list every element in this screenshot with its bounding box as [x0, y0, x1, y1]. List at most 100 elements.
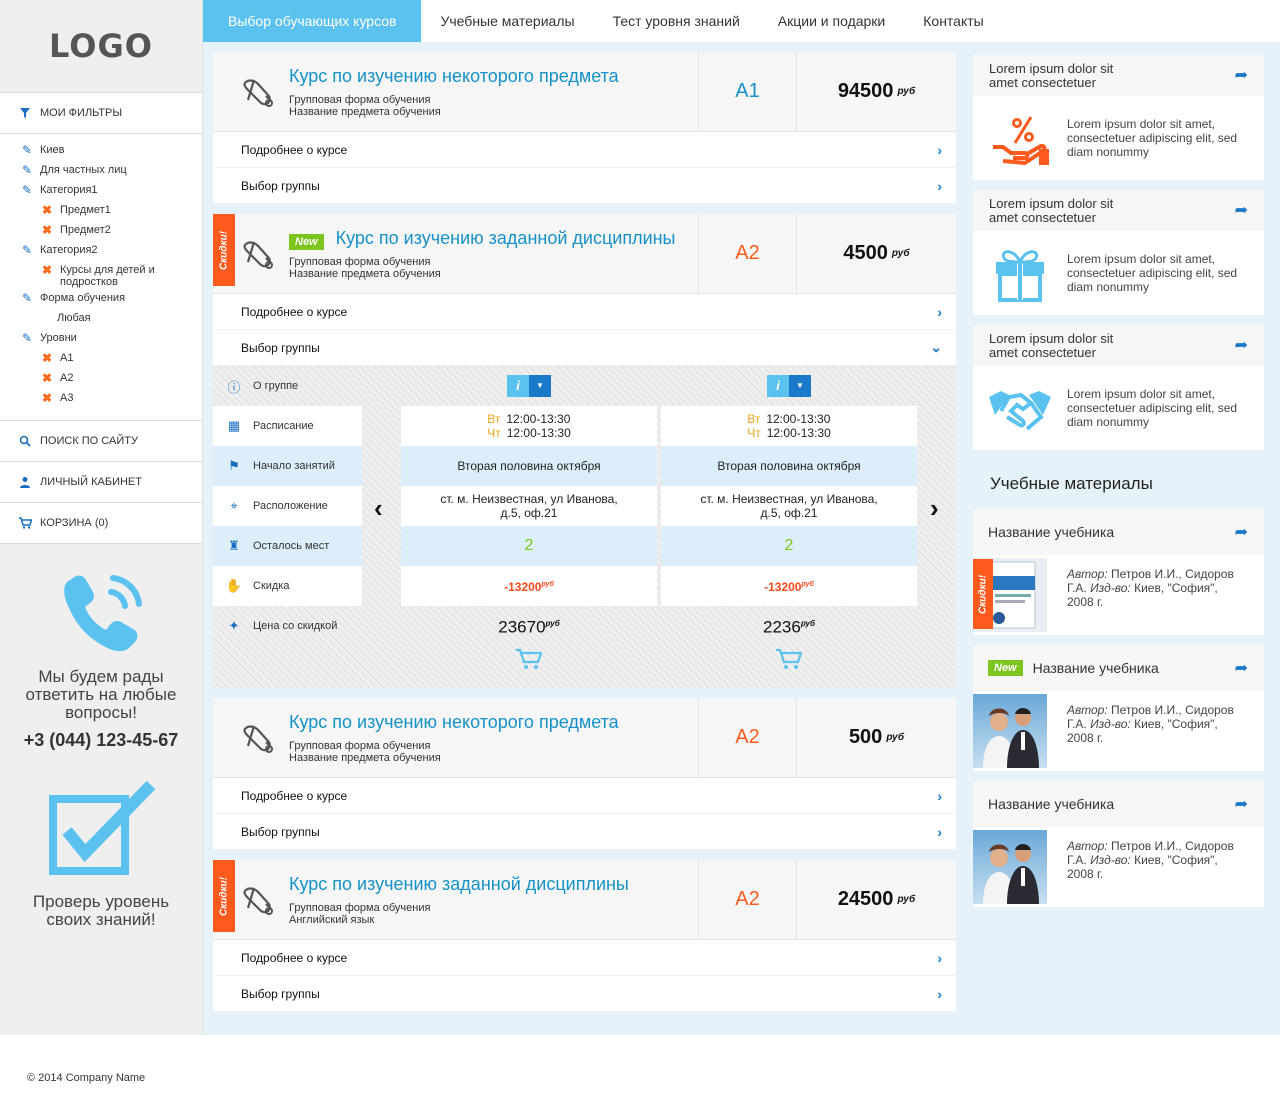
- filter-item[interactable]: ✖ Курсы для детей и подростков: [0, 260, 202, 288]
- price-value: 24500: [837, 888, 894, 910]
- filter-label: A3: [60, 392, 74, 404]
- book-card[interactable]: Название учебника ➦ Автор: Петров И.И., Си…: [973, 509, 1264, 635]
- group-label-text: Осталось мест: [253, 540, 330, 552]
- remove-icon[interactable]: ✖: [40, 264, 54, 276]
- cabinet-link[interactable]: Личный кабинет: [0, 462, 202, 502]
- filter-label: Киев: [40, 144, 65, 156]
- remove-icon[interactable]: ✖: [40, 352, 54, 364]
- share-arrow-icon[interactable]: ➦: [1235, 337, 1248, 353]
- next-arrow-icon[interactable]: ›: [930, 493, 939, 524]
- schedule-day: Вт: [747, 412, 761, 426]
- remove-icon[interactable]: ✖: [40, 204, 54, 216]
- filters-list: ✎ Киев ✎ Для частных лиц ✎ Категория1 ✖ Предмет…: [0, 134, 202, 420]
- add-to-cart-icon[interactable]: [661, 648, 917, 675]
- new-badge: New: [988, 660, 1023, 676]
- filter-item[interactable]: ✖ Предмет2: [0, 220, 202, 240]
- course-details-row[interactable]: Подробнее о курсе ›: [213, 132, 956, 168]
- remove-icon[interactable]: ✖: [40, 372, 54, 384]
- filter-item[interactable]: ✖ A3: [0, 388, 202, 408]
- cart-icon: [16, 517, 34, 529]
- course-group-row[interactable]: Выбор группы ›: [213, 168, 956, 204]
- phone-text: Мы будем рады ответить на любые вопросы!: [25, 667, 177, 722]
- pencil-icon[interactable]: ✎: [20, 244, 34, 256]
- nav-item[interactable]: Выбор обучающих курсов: [203, 0, 422, 42]
- promo-card[interactable]: Lorem ipsum dolor sit amet consectetuer ➦…: [973, 190, 1264, 315]
- filter-item[interactable]: ✖ A1: [0, 348, 202, 368]
- filter-item[interactable]: Любая: [0, 308, 202, 328]
- logo[interactable]: LOGO: [49, 27, 153, 65]
- filter-item[interactable]: ✎ Категория2: [0, 240, 202, 260]
- pencil-icon[interactable]: ✎: [20, 164, 34, 176]
- book-card[interactable]: Название учебника ➦ Автор: Петров И.И., Си…: [973, 781, 1264, 907]
- course-details-row[interactable]: Подробнее о курсе ›: [213, 778, 956, 814]
- promo-title: Lorem ipsum dolor sit amet consectetuer: [989, 60, 1114, 90]
- course-group-row[interactable]: Выбор группы ⌄: [213, 330, 956, 366]
- share-arrow-icon[interactable]: ➦: [1235, 658, 1248, 678]
- book-title: Название учебника: [1032, 660, 1159, 676]
- filters-header[interactable]: Мои фильтры: [0, 93, 202, 133]
- nav-item[interactable]: Акции и подарки: [759, 0, 904, 42]
- sidebar-bottom: Мы будем рады ответить на любые вопросы!…: [0, 544, 202, 929]
- final-price-cell: 2236руб: [661, 606, 917, 646]
- course-title[interactable]: Курс по изучению заданной дисциплины: [336, 228, 676, 249]
- book-card[interactable]: New Название учебника ➦ Автор: Петров И.И.,…: [973, 645, 1264, 771]
- discount-value: -13200руб: [504, 578, 554, 594]
- share-arrow-icon[interactable]: ➦: [1235, 794, 1248, 814]
- cart-link[interactable]: Корзина (0): [0, 503, 202, 543]
- course-group-row[interactable]: Выбор группы ›: [213, 814, 956, 850]
- knowledge-test-link[interactable]: Проверь уровень своих знаний!: [0, 893, 202, 929]
- filter-item[interactable]: ✎ Для частных лиц: [0, 160, 202, 180]
- nav-item[interactable]: Учебные материалы: [421, 0, 593, 42]
- publisher-label: Изд-во:: [1090, 853, 1131, 867]
- share-arrow-icon[interactable]: ➦: [1235, 522, 1248, 542]
- seats-value: 2: [784, 537, 794, 554]
- sidebar: LOGO Мои фильтры ✎ Киев ✎ Для частных лиц ✎ К…: [0, 0, 203, 1035]
- schedule-cell: Вт 12:00-13:30 Чт 12:00-13:30: [401, 406, 657, 446]
- filter-item[interactable]: ✎ Форма обучения: [0, 288, 202, 308]
- share-arrow-icon[interactable]: ➦: [1235, 67, 1248, 83]
- course-title[interactable]: Курс по изучению некоторого предмета: [289, 66, 619, 87]
- nav-item[interactable]: Контакты: [904, 0, 1002, 42]
- schedule-day: Вт: [487, 412, 501, 426]
- filter-item[interactable]: ✎ Категория1: [0, 180, 202, 200]
- share-arrow-icon[interactable]: ➦: [1235, 202, 1248, 218]
- course-details-row[interactable]: Подробнее о курсе ›: [213, 940, 956, 976]
- pencil-icon[interactable]: ✎: [20, 144, 34, 156]
- schedule-time: 12:00-13:30: [506, 426, 571, 440]
- remove-icon[interactable]: ✖: [40, 224, 54, 236]
- pencil-icon[interactable]: ✎: [20, 184, 34, 196]
- promo-card[interactable]: Lorem ipsum dolor sit amet consectetuer ➦…: [973, 325, 1264, 450]
- promo-card[interactable]: Lorem ipsum dolor sit amet consectetuer ➦…: [973, 55, 1264, 180]
- pencil-icon[interactable]: ✎: [20, 292, 34, 304]
- nav-item[interactable]: Тест уровня знаний: [594, 0, 759, 42]
- filter-label: Для частных лиц: [40, 164, 127, 176]
- course-group-row[interactable]: Выбор группы ›: [213, 976, 956, 1012]
- schedule-time: 12:00-13:30: [766, 426, 831, 440]
- course-title[interactable]: Курс по изучению заданной дисциплины: [289, 874, 629, 895]
- diploma-icon: [240, 720, 276, 756]
- final-amount: 23670: [498, 617, 546, 637]
- prev-arrow-icon[interactable]: ‹: [374, 493, 383, 524]
- right-column: Lorem ipsum dolor sit amet consectetuer ➦…: [973, 55, 1264, 917]
- course-title[interactable]: Курс по изучению некоторого предмета: [289, 712, 619, 733]
- search-link[interactable]: Поиск по сайту: [0, 421, 202, 461]
- filter-item[interactable]: ✖ Предмет1: [0, 200, 202, 220]
- discount-amount: -13200: [504, 580, 542, 594]
- info-dropdown-button[interactable]: i ▼: [507, 375, 551, 397]
- filter-item[interactable]: ✎ Уровни: [0, 328, 202, 348]
- remove-icon[interactable]: ✖: [40, 392, 54, 404]
- promo-body: Lorem ipsum dolor sit amet, consectetuer…: [973, 96, 1264, 180]
- seats-value: 2: [524, 537, 534, 554]
- discount-cell: -13200руб: [661, 566, 917, 606]
- filter-item[interactable]: ✎ Киев: [0, 140, 202, 160]
- filter-item[interactable]: ✖ A2: [0, 368, 202, 388]
- add-to-cart-icon[interactable]: [401, 648, 657, 675]
- info-icon: ⓘ: [227, 379, 241, 395]
- phone-number[interactable]: +3 (044) 123-45-67: [0, 730, 202, 751]
- course-details-row[interactable]: Подробнее о курсе ›: [213, 294, 956, 330]
- pencil-icon[interactable]: ✎: [20, 332, 34, 344]
- caret-down-icon: ▼: [789, 375, 811, 397]
- info-dropdown-button[interactable]: i ▼: [767, 375, 811, 397]
- schedule: Вт 12:00-13:30 Чт 12:00-13:30: [487, 412, 571, 440]
- price-value: 4500: [843, 242, 888, 264]
